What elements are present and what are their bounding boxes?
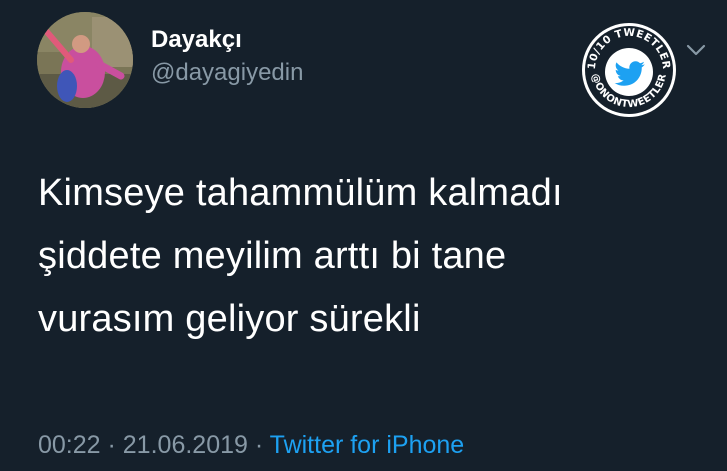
meta-separator: · [100,431,123,459]
tweet-time[interactable]: 00:22 [38,431,101,459]
chevron-down-icon[interactable] [684,38,708,62]
display-name[interactable]: Dayakçı [151,25,242,55]
tweet-card: Dayakçı @dayagiyedin 10/10 TWEETLER @ONO… [0,0,727,471]
tweet-text-line: Kimseye tahammülüm kalmadı [38,172,563,214]
onontweetler-badge-icon: 10/10 TWEETLER @ONONTWEETLER [582,23,676,117]
avatar-photo [37,12,133,108]
meta-separator: · [247,431,270,459]
tweet-text-line: vurasım geliyor sürekli [38,298,421,340]
tweet-meta: 00:22 · 21.06.2019 · Twitter for iPhone [38,427,464,463]
tweet-date[interactable]: 21.06.2019 [123,431,248,459]
tweet-text: Kimseye tahammülüm kalmadı şiddete meyil… [38,162,698,351]
tweet-text-line: şiddete meyilim arttı bi tane [38,235,507,277]
avatar[interactable] [37,12,133,108]
user-handle[interactable]: @dayagiyedin [151,58,303,88]
tweet-source-link[interactable]: Twitter for iPhone [270,431,465,459]
